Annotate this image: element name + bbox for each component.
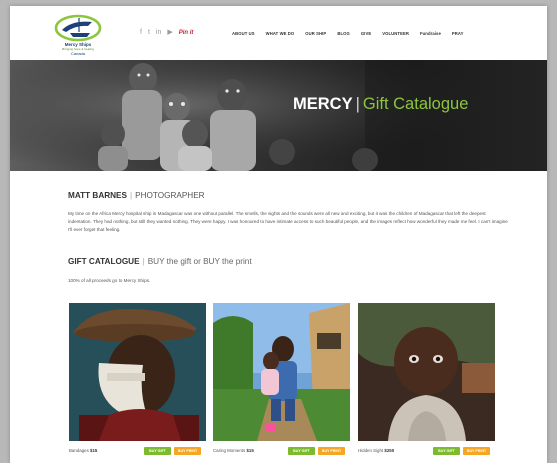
pinterest-icon[interactable]: Pin it — [179, 28, 194, 38]
product-name: Hidden Sight — [358, 448, 384, 453]
hero-title-separator: | — [355, 95, 360, 113]
buy-print-button[interactable]: BUY PRINT — [463, 447, 490, 455]
twitter-icon[interactable]: t — [148, 28, 150, 38]
product-image — [213, 303, 350, 441]
hero-title-word: MERCY — [293, 95, 353, 113]
nav-item-fundraise[interactable]: Fundraise — [420, 29, 441, 39]
site-header: Mercy Ships Bringing hope & healing Cana… — [10, 6, 547, 60]
author-heading: MATT BARNES | PHOTOGRAPHER — [68, 191, 205, 201]
nav-item-volunteer[interactable]: VOLUNTEER — [382, 29, 409, 39]
hero-subtitle: Gift Catalogue — [362, 95, 469, 113]
nav-item-give[interactable]: GIVE — [361, 29, 371, 39]
facebook-icon[interactable]: f — [140, 28, 142, 38]
buy-print-button[interactable]: BUY PRINT — [318, 447, 345, 455]
product-card: Hidden Sight $250 BUY GIFT BUY PRINT — [358, 303, 495, 461]
product-card: Caring Moments $15 BUY GIFT BUY PRINT — [213, 303, 350, 461]
product-caption: Bandages $15 — [69, 448, 97, 454]
author-name: MATT BARNES — [68, 191, 127, 200]
hero-title: MERCY | Gift Catalogue — [293, 94, 468, 114]
author-role: PHOTOGRAPHER — [135, 191, 205, 200]
proceeds-note: 100% of all proceeds go to Mercy Ships. — [68, 278, 151, 283]
page: Mercy Ships Bringing hope & healing Cana… — [10, 6, 547, 463]
logo-mark-icon — [54, 14, 102, 42]
social-links: f t in ▶ Pin it — [140, 28, 193, 38]
catalogue-heading: GIFT CATALOGUE | BUY the gift or BUY the p… — [68, 257, 252, 267]
buy-print-button[interactable]: BUY PRINT — [174, 447, 201, 455]
product-image — [358, 303, 495, 441]
nav-item-about-us[interactable]: ABOUT US — [232, 29, 255, 39]
catalogue-subtitle: BUY the gift or BUY the print — [147, 257, 252, 266]
catalogue-separator: | — [142, 257, 145, 266]
nav-item-pray[interactable]: PRAY — [452, 29, 464, 39]
author-separator: | — [129, 191, 133, 200]
author-bio: My time on the Africa Mercy hospital shi… — [68, 211, 508, 232]
logo-country: Canada — [70, 51, 85, 56]
product-image — [69, 303, 206, 441]
main-nav: ABOUT US WHAT WE DO OUR SHIP BLOG GIVE V… — [232, 29, 475, 39]
product-name: Bandages — [69, 448, 89, 453]
buy-gift-button[interactable]: BUY GIFT — [144, 447, 171, 455]
mercy-ships-logo[interactable]: Mercy Ships Bringing hope & healing Cana… — [48, 12, 108, 58]
product-price: $250 — [384, 448, 395, 453]
product-name: Caring Moments — [213, 448, 246, 453]
nav-item-our-ship[interactable]: OUR SHIP — [305, 29, 326, 39]
youtube-icon[interactable]: ▶ — [167, 28, 172, 38]
product-price: $15 — [90, 448, 98, 453]
product-photo-hidden-sight[interactable] — [358, 303, 495, 441]
product-caption: Caring Moments $15 — [213, 448, 254, 454]
nav-item-blog[interactable]: BLOG — [337, 29, 350, 39]
product-caption: Hidden Sight $250 — [358, 448, 394, 454]
product-photo-bandages[interactable] — [69, 303, 206, 441]
buy-gift-button[interactable]: BUY GIFT — [433, 447, 460, 455]
catalogue-title: GIFT CATALOGUE — [68, 257, 140, 266]
hero-banner: MERCY | Gift Catalogue — [10, 60, 547, 171]
product-card: Bandages $15 BUY GIFT BUY PRINT — [69, 303, 206, 461]
product-photo-caring-moments[interactable] — [213, 303, 350, 441]
linkedin-icon[interactable]: in — [156, 28, 161, 38]
product-price: $15 — [246, 448, 254, 453]
buy-gift-button[interactable]: BUY GIFT — [288, 447, 315, 455]
nav-item-what-we-do[interactable]: WHAT WE DO — [266, 29, 295, 39]
hero-children-photo — [10, 60, 547, 171]
